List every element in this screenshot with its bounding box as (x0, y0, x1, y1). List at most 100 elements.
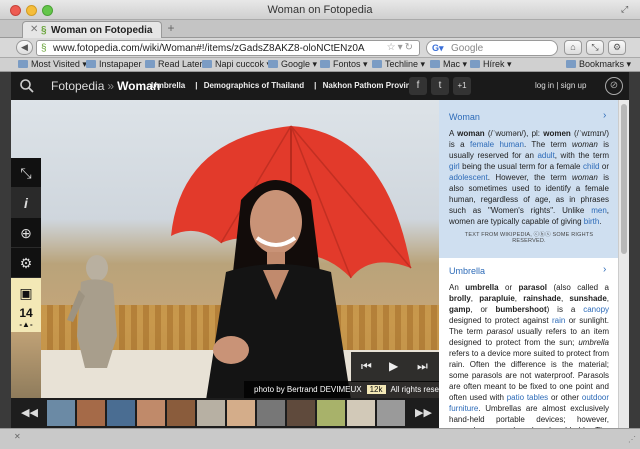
collapse-icon[interactable]: ⤡ (11, 158, 41, 188)
chevron-right-icon[interactable]: › (603, 264, 606, 275)
slideshow-controls: ⏮ ▶ ⏭ (351, 352, 439, 382)
folder-icon (470, 60, 480, 68)
url-text: www.fotopedia.com/wiki/Woman#!/items/zGa… (53, 43, 365, 54)
tools-button[interactable]: ⚙ (608, 40, 626, 55)
photo-credit: photo by Bertrand DEVIMEUX 12k All rights … (244, 381, 457, 398)
breadcrumb: Fotopedia» Woman (51, 79, 160, 93)
folder-icon (18, 60, 28, 68)
compass-icon[interactable]: ⊘ (605, 77, 623, 95)
topic-link-demographics[interactable]: Demographics of Thailand (204, 81, 304, 90)
bookmarks-menu[interactable]: Bookmarks ▾ (566, 59, 631, 70)
bookmark-fontos[interactable]: Fontos ▾ (320, 59, 368, 70)
play-icon[interactable]: ▶ (389, 359, 398, 373)
thumbnail[interactable] (287, 400, 315, 426)
navigation-toolbar: ◀ § www.fotopedia.com/wiki/Woman#!/items… (0, 38, 640, 58)
home-button[interactable]: ⌂ (564, 40, 582, 55)
tab-label: Woman on Fotopedia (51, 25, 153, 36)
globe-icon[interactable]: ⊕ (11, 218, 41, 248)
back-button[interactable]: ◀ (16, 40, 33, 55)
license-badge: 12k (366, 385, 386, 394)
folder-icon (430, 60, 440, 68)
panel-scrollbar[interactable] (618, 100, 629, 428)
bookmark-mac[interactable]: Mac ▾ (430, 59, 467, 70)
wikipedia-attribution[interactable]: TEXT FROM WIKIPEDIA, ⓒⓑⓢ SOME RIGHTS RES… (449, 230, 609, 244)
thumbnail[interactable] (377, 400, 405, 426)
fotopedia-favicon-icon: § (41, 25, 47, 36)
thumbnail[interactable] (167, 400, 195, 426)
folder-icon (320, 60, 330, 68)
search-field[interactable]: G▾ Google (426, 40, 558, 56)
tab-fotopedia[interactable]: ✕ § Woman on Fotopedia (22, 21, 162, 38)
bookmarks-toolbar: Most Visited ▾ Instapaper Read Later Nap… (0, 58, 640, 72)
folder-icon (202, 60, 212, 68)
thumbnail[interactable] (197, 400, 225, 426)
bookmark-most-visited[interactable]: Most Visited ▾ (18, 59, 87, 70)
site-identity-icon: § (41, 43, 47, 54)
woman-card-text: A woman (/ˈwʊmən/), pl: women (/ˈwɪmɪn/)… (449, 129, 610, 226)
gear-icon[interactable]: ⚙ (11, 248, 41, 278)
thumbnail[interactable] (77, 400, 105, 426)
photographer-credit[interactable]: photo by Bertrand DEVIMEUX (254, 385, 362, 394)
info-icon[interactable]: i (11, 188, 41, 218)
window-title: Woman on Fotopedia (267, 4, 373, 16)
expand-button[interactable]: ⤡ (586, 40, 604, 55)
fullscreen-icon[interactable]: ⤢ (621, 4, 632, 15)
resize-grip-icon[interactable]: ⋰ (628, 435, 636, 444)
filmstrip-prev-icon[interactable]: ◀◀ (21, 406, 38, 419)
site-header: Fotopedia» Woman Umbrella | Demographics o… (11, 72, 629, 100)
thumbnail[interactable] (257, 400, 285, 426)
bookmark-star-icon[interactable]: ☆▾↻ (387, 42, 415, 53)
facebook-icon[interactable]: f (409, 77, 427, 95)
bookmark-napi-cuccok[interactable]: Napi cuccok ▾ (202, 59, 271, 70)
bookmarks-icon (566, 60, 576, 68)
bookmark-techline[interactable]: Techline ▾ (372, 59, 425, 70)
search-icon[interactable] (19, 78, 35, 94)
status-bar: ✕ ⋰ (0, 428, 640, 449)
filmstrip: ◀◀ ▶▶ (11, 398, 439, 428)
statue-figure (67, 255, 117, 368)
twitter-icon[interactable]: t (431, 77, 449, 95)
info-panel: Woman › A woman (/ˈwʊmən/), pl: women (/… (439, 100, 618, 428)
topic-link-umbrella[interactable]: Umbrella (151, 81, 185, 90)
bookmark-google[interactable]: Google ▾ (268, 59, 317, 70)
page-icon (145, 60, 155, 68)
url-field[interactable]: § www.fotopedia.com/wiki/Woman#!/items/z… (36, 40, 420, 56)
thumbnail[interactable] (347, 400, 375, 426)
bookmark-instapaper[interactable]: Instapaper (86, 59, 142, 69)
thumbnail[interactable] (107, 400, 135, 426)
woman-card: Woman › A woman (/ˈwʊmən/), pl: women (/… (439, 100, 618, 258)
scrollbar-thumb[interactable] (621, 104, 627, 254)
new-tab-button[interactable]: + (164, 22, 178, 36)
umbrella-card-text: An umbrella or parasol (also called a br… (449, 283, 610, 428)
login-signup-link[interactable]: log in | sign up (535, 81, 586, 90)
tab-close-icon[interactable]: ✕ (30, 24, 38, 35)
next-icon[interactable]: ⏭ (417, 359, 428, 374)
woman-card-heading[interactable]: Woman (449, 112, 480, 122)
filmstrip-next-icon[interactable]: ▶▶ (415, 406, 432, 419)
bookmark-hirek[interactable]: Hírek ▾ (470, 59, 512, 70)
status-close-icon[interactable]: ✕ (14, 432, 21, 441)
thumbnail[interactable] (227, 400, 255, 426)
topic-link-nakhon-pathom[interactable]: Nakhon Pathom Province (323, 81, 420, 90)
google-plus-one-button[interactable]: +1 (453, 77, 471, 95)
search-placeholder: Google (451, 43, 484, 54)
google-icon[interactable]: G▾ (432, 43, 444, 54)
photo-counter: 14 -▲- (11, 300, 41, 332)
breadcrumb-separator: » (107, 79, 115, 93)
umbrella-card-heading[interactable]: Umbrella (449, 266, 485, 276)
previous-icon[interactable]: ⏮ (361, 359, 372, 374)
bookmark-read-later[interactable]: Read Later (145, 59, 203, 69)
fotopedia-logo-link[interactable]: Fotopedia (51, 79, 104, 93)
chevron-right-icon[interactable]: › (603, 110, 606, 121)
page-icon (86, 60, 96, 68)
tab-bar: ✕ § Woman on Fotopedia + (0, 20, 640, 38)
thumbnail[interactable] (317, 400, 345, 426)
related-topics-nav: Umbrella | Demographics of Thailand | Nakh… (151, 81, 420, 90)
folder-icon (268, 60, 278, 68)
photo-counter-value: 14 (19, 306, 33, 320)
thumbnail[interactable] (47, 400, 75, 426)
window-titlebar: Woman on Fotopedia ⤢ (0, 0, 640, 20)
folder-icon (372, 60, 382, 68)
counter-slider-icon: -▲- (19, 320, 33, 329)
thumbnail[interactable] (137, 400, 165, 426)
